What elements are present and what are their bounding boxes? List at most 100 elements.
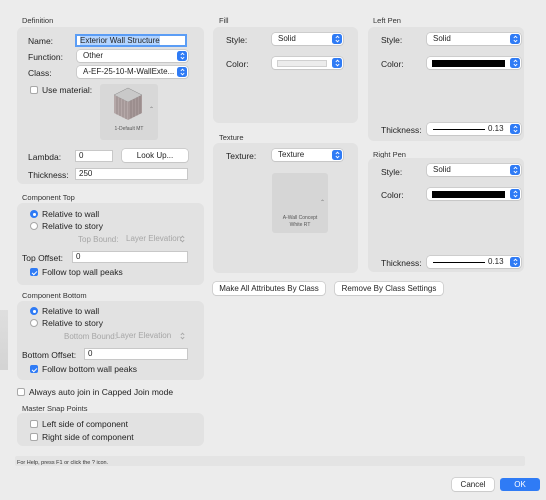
thickness-line: [433, 261, 485, 263]
material-name: 1-Default MT: [114, 126, 144, 132]
fill-title: Fill: [219, 16, 229, 25]
fill-color-label: Color:: [226, 59, 249, 69]
fill-style-select[interactable]: Solid: [272, 33, 343, 45]
use-material-checkbox[interactable]: [30, 86, 38, 94]
right-pen-color-swatch: [432, 190, 505, 198]
snap-right-checkbox[interactable]: [30, 433, 38, 441]
class-select[interactable]: A-EF-25-10-M-WallExte...: [77, 66, 188, 78]
chevron-updown-icon: [510, 124, 520, 134]
bottom-offset-field[interactable]: 0: [84, 348, 188, 360]
left-pen-color-swatch: [432, 59, 505, 67]
chevron-updown-icon: [177, 67, 187, 77]
use-material-label: Use material:: [42, 85, 93, 95]
top-relative-to-wall-radio[interactable]: [30, 210, 38, 218]
chevron-updown-icon: [510, 165, 520, 175]
snap-left-checkbox[interactable]: [30, 420, 38, 428]
left-pen-title: Left Pen: [373, 16, 401, 25]
bottom-relative-to-story-label: Relative to story: [42, 318, 103, 328]
bottom-bound-select-value: Layer Elevation: [116, 331, 172, 340]
texture-select[interactable]: Texture: [272, 149, 343, 161]
right-pen-style-select[interactable]: Solid: [427, 164, 521, 176]
texture-thumb-name-line1: A-Wall Concept: [282, 215, 318, 221]
make-all-by-class-button[interactable]: Make All Attributes By Class: [213, 282, 325, 295]
definition-title: Definition: [22, 16, 54, 25]
top-bound-label: Top Bound:: [78, 235, 119, 244]
material-cube-icon: [113, 87, 143, 120]
texture-title: Texture: [219, 133, 244, 142]
top-relative-to-wall-label: Relative to wall: [42, 209, 100, 219]
texture-label: Texture:: [226, 151, 257, 161]
right-pen-style-select-value: Solid: [433, 165, 451, 174]
left-pen-color-label: Color:: [381, 59, 404, 69]
follow-top-peaks-checkbox[interactable]: [30, 268, 38, 276]
ok-button[interactable]: OK: [500, 478, 540, 491]
background-window-edge: [0, 310, 8, 370]
chevron-updown-icon: [177, 51, 187, 61]
thickness-line: [433, 128, 485, 130]
top-offset-label: Top Offset:: [22, 253, 63, 263]
component-top-title: Component Top: [22, 193, 75, 202]
right-pen-color-label: Color:: [381, 190, 404, 200]
left-pen-style-label: Style:: [381, 35, 403, 45]
left-pen-style-select[interactable]: Solid: [427, 33, 521, 45]
chevron-updown-icon: [332, 34, 342, 44]
class-label: Class:: [28, 68, 52, 78]
auto-join-checkbox[interactable]: [17, 388, 25, 396]
name-field[interactable]: Exterior Wall Structure: [75, 34, 187, 47]
auto-join-label: Always auto join in Capped Join mode: [29, 387, 174, 397]
fill-color-select[interactable]: [272, 57, 343, 69]
bottom-offset-label: Bottom Offset:: [22, 350, 77, 360]
chevron-updown-icon: [332, 150, 342, 160]
name-label: Name:: [28, 36, 54, 46]
function-select[interactable]: Other: [77, 50, 188, 62]
left-pen-thickness-value: 0.13: [488, 124, 504, 133]
function-select-value: Other: [83, 51, 104, 60]
bottom-relative-to-wall-label: Relative to wall: [42, 306, 100, 316]
bottom-bound-select[interactable]: Layer Elevation: [110, 330, 188, 342]
fill-style-select-value: Solid: [278, 34, 296, 43]
top-relative-to-story-label: Relative to story: [42, 221, 103, 231]
right-pen-style-label: Style:: [381, 167, 403, 177]
chevron-updown-icon: [510, 58, 520, 68]
chevron-updown-icon: [510, 189, 520, 199]
lambda-field[interactable]: 0: [75, 150, 113, 162]
top-offset-field[interactable]: 0: [72, 251, 188, 263]
thickness-field[interactable]: 250: [75, 168, 188, 180]
snap-left-label: Left side of component: [42, 419, 129, 429]
cancel-button[interactable]: Cancel: [452, 478, 494, 491]
material-thumb-chevron-icon: ⌃: [149, 107, 155, 113]
left-pen-color-select[interactable]: [427, 57, 521, 69]
lambda-label: Lambda:: [28, 152, 62, 162]
texture-thumbnail[interactable]: ⌃ A-Wall Concept White RT: [272, 173, 328, 233]
right-pen-color-select[interactable]: [427, 188, 521, 200]
snap-right-label: Right side of component: [42, 432, 134, 442]
texture-thumb-chevron-icon: ⌃: [320, 200, 326, 206]
chevron-updown-icon: [510, 34, 520, 44]
left-pen-thickness-select[interactable]: 0.13: [427, 123, 521, 135]
right-pen-thickness-value: 0.13: [488, 257, 504, 266]
lookup-button[interactable]: Look Up...: [122, 149, 188, 162]
texture-thumb-name-line2: White RT: [289, 222, 311, 228]
top-bound-select[interactable]: Layer Elevation: [120, 233, 188, 245]
chevron-updown-icon: [177, 331, 187, 341]
bottom-relative-to-wall-radio[interactable]: [30, 307, 38, 315]
fill-color-swatch: [277, 59, 327, 67]
status-text: For Help, press F1 or click the ? icon.: [17, 460, 109, 466]
chevron-updown-icon: [510, 257, 520, 267]
chevron-updown-icon: [332, 58, 342, 68]
left-pen-thickness-label: Thickness:: [381, 125, 422, 135]
remove-by-class-button[interactable]: Remove By Class Settings: [335, 282, 443, 295]
top-bound-select-value: Layer Elevation: [126, 234, 182, 243]
function-label: Function:: [28, 52, 63, 62]
material-thumbnail[interactable]: ⌃ 1-Default MT: [100, 84, 158, 140]
follow-bottom-peaks-label: Follow bottom wall peaks: [42, 364, 137, 374]
left-pen-style-select-value: Solid: [433, 34, 451, 43]
bottom-relative-to-story-radio[interactable]: [30, 319, 38, 327]
follow-bottom-peaks-checkbox[interactable]: [30, 365, 38, 373]
right-pen-thickness-select[interactable]: 0.13: [427, 256, 521, 268]
texture-select-value: Texture: [278, 150, 305, 159]
top-relative-to-story-radio[interactable]: [30, 222, 38, 230]
fill-style-label: Style:: [226, 35, 248, 45]
right-pen-thickness-label: Thickness:: [381, 258, 422, 268]
bottom-bound-label: Bottom Bound:: [64, 332, 117, 341]
